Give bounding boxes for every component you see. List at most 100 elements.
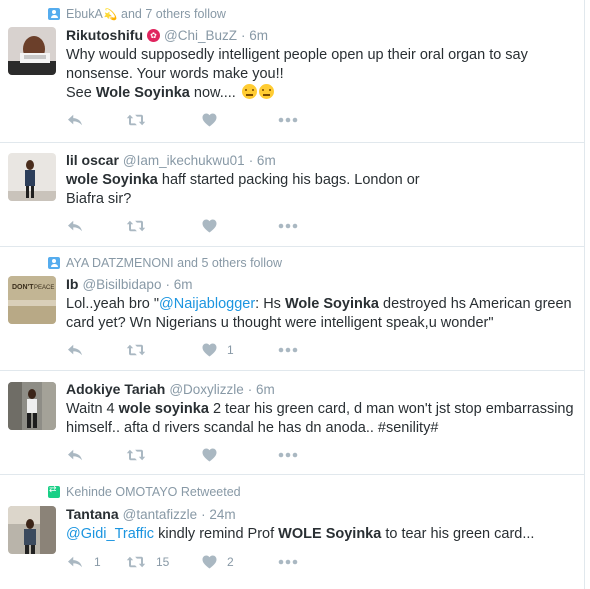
tweet-text-line: @Gidi_Traffic kindly remind Prof WOLE So… bbox=[66, 525, 578, 544]
avatar[interactable] bbox=[8, 27, 56, 75]
author-handle[interactable]: @tantafizzle bbox=[123, 507, 198, 522]
tweet-text-line: wole Soyinka haff started packing his ba… bbox=[66, 171, 578, 190]
tweet-header: Adokiye Tariah @Doxylizzle · 6m bbox=[66, 381, 275, 397]
more-icon bbox=[278, 223, 298, 229]
tweet-time[interactable]: · 6m bbox=[241, 28, 268, 43]
keyword-highlight: wole soyinka bbox=[118, 401, 209, 417]
mention-link[interactable]: @Gidi_Traffic bbox=[66, 526, 154, 542]
like-count: 1 bbox=[227, 343, 234, 357]
reply-button[interactable] bbox=[66, 448, 126, 462]
reply-count: 1 bbox=[94, 555, 101, 569]
tweet-context: EbukA 💫 and 7 others follow bbox=[48, 6, 226, 22]
tweet-card[interactable]: Adokiye Tariah @Doxylizzle · 6m Waitn 4 … bbox=[0, 371, 584, 475]
retweet-icon bbox=[126, 555, 146, 569]
keyword-highlight: Wole Soyinka bbox=[95, 85, 190, 101]
text-span: haff started packing his bags. London or bbox=[157, 172, 420, 188]
tweet-time[interactable]: · 6m bbox=[249, 153, 276, 168]
more-button[interactable] bbox=[278, 559, 298, 565]
author-name[interactable]: lil oscar bbox=[66, 152, 119, 168]
context-text: and 7 others follow bbox=[117, 7, 226, 21]
reply-button[interactable]: 1 bbox=[66, 555, 126, 569]
author-handle[interactable]: @Doxylizzle bbox=[169, 382, 243, 397]
text-span: See bbox=[66, 85, 96, 101]
tweet-card[interactable]: lil oscar @Iam_ikechukwu01 · 6m wole Soy… bbox=[0, 143, 584, 247]
reply-button[interactable] bbox=[66, 343, 126, 357]
like-button[interactable] bbox=[202, 448, 278, 462]
avatar[interactable] bbox=[8, 506, 56, 554]
more-button[interactable] bbox=[278, 452, 298, 458]
author-handle[interactable]: @Bisilbidapo bbox=[82, 277, 161, 292]
avatar[interactable] bbox=[8, 153, 56, 201]
context-text[interactable]: Kehinde OMOTAYO Retweeted bbox=[66, 485, 241, 499]
tweet-text-line: Waitn 4 wole soyinka 2 tear his green ca… bbox=[66, 400, 578, 419]
retweet-button[interactable] bbox=[126, 219, 202, 233]
tweet-time[interactable]: · 6m bbox=[248, 382, 275, 397]
avatar[interactable] bbox=[8, 382, 56, 430]
avatar[interactable]: DON'T PEACE bbox=[8, 276, 56, 324]
tweet-card[interactable]: EbukA 💫 and 7 others follow Rikutoshifu … bbox=[0, 0, 584, 143]
tweet-header: Ib @Bisilbidapo · 6m bbox=[66, 276, 192, 292]
more-icon bbox=[278, 117, 298, 123]
reply-icon bbox=[66, 343, 84, 357]
tweet-time[interactable]: · 24m bbox=[201, 507, 236, 522]
text-span: : Hs bbox=[255, 296, 285, 312]
tweet-text: Why would supposedly intelligent people … bbox=[66, 46, 578, 103]
like-count: 2 bbox=[227, 555, 234, 569]
like-icon bbox=[202, 448, 217, 462]
author-name[interactable]: Ib bbox=[66, 276, 78, 292]
tweet-card[interactable]: Kehinde OMOTAYO Retweeted Tantana @tanta… bbox=[0, 475, 584, 589]
text-span: destroyed hs American green bbox=[378, 296, 572, 312]
author-name[interactable]: Tantana bbox=[66, 506, 119, 522]
tweet-actions: 1 bbox=[66, 340, 298, 360]
more-icon bbox=[278, 452, 298, 458]
retweet-context-icon bbox=[48, 485, 60, 498]
keyword-highlight: Wole Soyinka bbox=[284, 296, 379, 312]
retweet-icon bbox=[126, 113, 146, 127]
retweet-button[interactable]: 15 bbox=[126, 555, 202, 569]
tweet-time[interactable]: · 6m bbox=[165, 277, 192, 292]
like-button[interactable]: 1 bbox=[202, 343, 278, 357]
reply-icon bbox=[66, 555, 84, 569]
retweet-icon bbox=[126, 448, 146, 462]
tweet-context: Kehinde OMOTAYO Retweeted bbox=[48, 484, 241, 500]
more-icon bbox=[278, 347, 298, 353]
tweet-card[interactable]: AYA DATZMENONI and 5 others follow DON'T… bbox=[0, 247, 584, 371]
more-button[interactable] bbox=[278, 117, 298, 123]
like-button[interactable] bbox=[202, 113, 278, 127]
reply-icon bbox=[66, 219, 84, 233]
like-icon bbox=[202, 555, 217, 569]
tweet-actions bbox=[66, 110, 298, 130]
reply-button[interactable] bbox=[66, 113, 126, 127]
follow-context-icon bbox=[48, 257, 60, 269]
author-handle[interactable]: @Chi_BuzZ bbox=[164, 28, 237, 43]
tweet-text-line: See Wole Soyinka now.... bbox=[66, 84, 578, 103]
like-icon bbox=[202, 113, 217, 127]
tweet-text-line: Lol..yeah bro "@Naijablogger: Hs Wole So… bbox=[66, 295, 578, 314]
tweet-text-line: Biafra sir? bbox=[66, 191, 132, 207]
like-button[interactable]: 2 bbox=[202, 555, 278, 569]
reply-icon bbox=[66, 448, 84, 462]
author-name[interactable]: Rikutoshifu bbox=[66, 27, 143, 43]
context-text[interactable]: AYA DATZMENONI and 5 others follow bbox=[66, 256, 282, 270]
like-button[interactable] bbox=[202, 219, 278, 233]
retweet-button[interactable] bbox=[126, 448, 202, 462]
mention-link[interactable]: @Naijablogger bbox=[159, 296, 255, 312]
sparkle-emoji-icon: 💫 bbox=[103, 7, 118, 21]
more-button[interactable] bbox=[278, 223, 298, 229]
more-button[interactable] bbox=[278, 347, 298, 353]
author-handle[interactable]: @Iam_ikechukwu01 bbox=[123, 153, 245, 168]
tweet-text-line: card yet? Wn Nigerians u thought were in… bbox=[66, 315, 494, 331]
like-icon bbox=[202, 343, 217, 357]
tweet-actions bbox=[66, 216, 298, 236]
retweet-button[interactable] bbox=[126, 113, 202, 127]
retweet-button[interactable] bbox=[126, 343, 202, 357]
context-user[interactable]: EbukA bbox=[66, 7, 103, 21]
reply-button[interactable] bbox=[66, 219, 126, 233]
tweet-header: lil oscar @Iam_ikechukwu01 · 6m bbox=[66, 152, 276, 168]
timeline: EbukA 💫 and 7 others follow Rikutoshifu … bbox=[0, 0, 585, 589]
author-name[interactable]: Adokiye Tariah bbox=[66, 381, 165, 397]
svg-text:DON'T: DON'T bbox=[12, 284, 34, 291]
text-span: Waitn 4 bbox=[66, 401, 119, 417]
confused-face-emoji bbox=[241, 84, 257, 99]
tweet-header: Rikutoshifu ✿ @Chi_BuzZ · 6m bbox=[66, 27, 268, 43]
